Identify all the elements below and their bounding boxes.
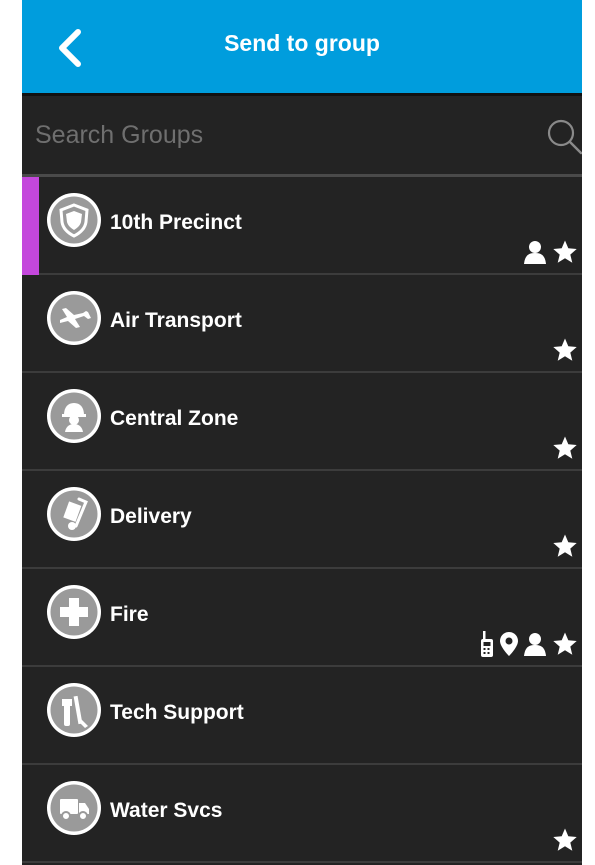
status-indicators [480,631,578,657]
star-icon [552,533,578,559]
group-name: Water Svcs [110,799,223,822]
hard-hat-worker-icon [47,389,101,443]
status-indicators [552,827,578,853]
location-pin-icon [500,632,518,656]
status-indicators [552,337,578,363]
group-name: Air Transport [110,309,242,332]
page-title: Send to group [224,30,380,56]
group-row[interactable]: 10th Precinct [22,177,582,275]
group-row[interactable]: Air Transport [22,275,582,373]
hand-truck-icon [47,487,101,541]
group-name: Tech Support [110,701,244,724]
person-icon [524,632,546,656]
group-row[interactable]: Central Zone [22,373,582,471]
status-indicators [552,435,578,461]
tools-icon [47,683,101,737]
star-icon [552,631,578,657]
group-row[interactable]: Fire [22,569,582,667]
star-icon [552,827,578,853]
person-icon [524,240,546,264]
shield-badge-icon [47,193,101,247]
group-row[interactable]: Delivery [22,471,582,569]
star-icon [552,337,578,363]
group-name: Central Zone [110,407,239,430]
truck-icon [47,781,101,835]
search-input[interactable] [33,114,517,156]
app-window: Send to group 10th Precinct Air Transport… [22,0,582,865]
search-bar [22,96,582,174]
status-indicators [524,239,578,265]
group-name: Delivery [110,505,192,528]
airplane-icon [47,291,101,345]
group-name: Fire [110,603,149,626]
group-name: 10th Precinct [110,211,242,234]
medical-cross-icon [47,585,101,639]
star-icon [552,435,578,461]
star-icon [552,239,578,265]
group-list: 10th Precinct Air Transport Central Zone De… [22,177,582,863]
group-row[interactable]: Tech Support [22,667,582,765]
app-header: Send to group [22,0,582,93]
radio-icon [480,631,494,657]
status-indicators [552,533,578,559]
search-icon[interactable] [545,117,582,157]
group-row[interactable]: Water Svcs [22,765,582,863]
